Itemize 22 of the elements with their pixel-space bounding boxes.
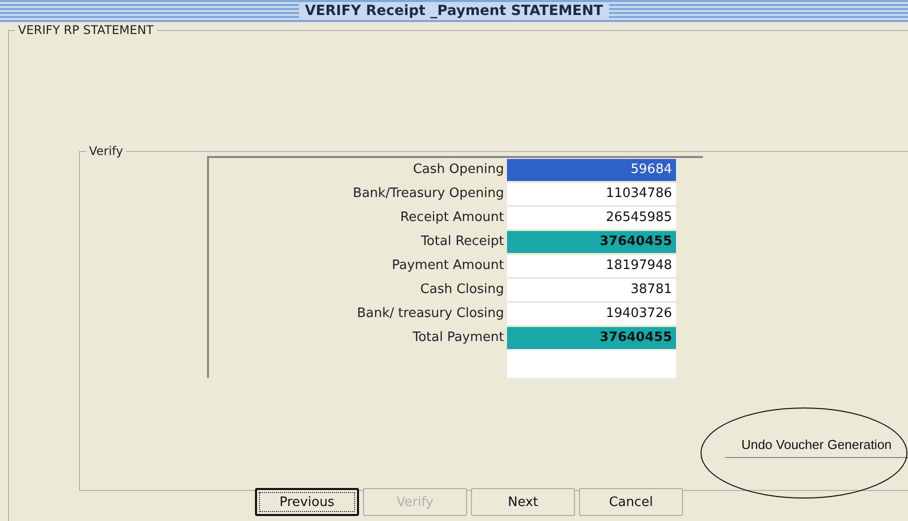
row-label: Bank/Treasury Opening — [352, 185, 505, 203]
dialog-button[interactable]: Next — [471, 488, 575, 516]
value-cell[interactable]: 59684 — [507, 159, 676, 181]
row-label: Cash Closing — [419, 281, 505, 299]
value-cell[interactable]: 37640455 — [507, 231, 676, 253]
value-cell[interactable]: 37640455 — [507, 327, 676, 349]
row-label: Total Payment — [412, 329, 505, 347]
row-label: Total Receipt — [420, 233, 505, 251]
row-label: Cash Opening — [412, 161, 505, 179]
value-cell[interactable]: 19403726 — [507, 303, 676, 325]
row-label: Bank/ treasury Closing — [356, 305, 505, 323]
value-cell[interactable]: 26545985 — [507, 207, 676, 229]
value-cell[interactable]: 38781 — [507, 279, 676, 301]
row-label: Receipt Amount — [399, 209, 505, 227]
dialog-button[interactable]: Previous — [255, 488, 359, 516]
group-label: Verify — [86, 144, 126, 158]
window-title: VERIFY Receipt _Payment STATEMENT — [298, 3, 610, 19]
dialog-button[interactable]: Cancel — [579, 488, 683, 516]
row-label: Payment Amount — [390, 257, 505, 275]
value-cell[interactable]: 11034786 — [507, 183, 676, 205]
group-label: VERIFY RP STATEMENT — [15, 23, 157, 37]
value-cell[interactable]: 18197948 — [507, 255, 676, 277]
